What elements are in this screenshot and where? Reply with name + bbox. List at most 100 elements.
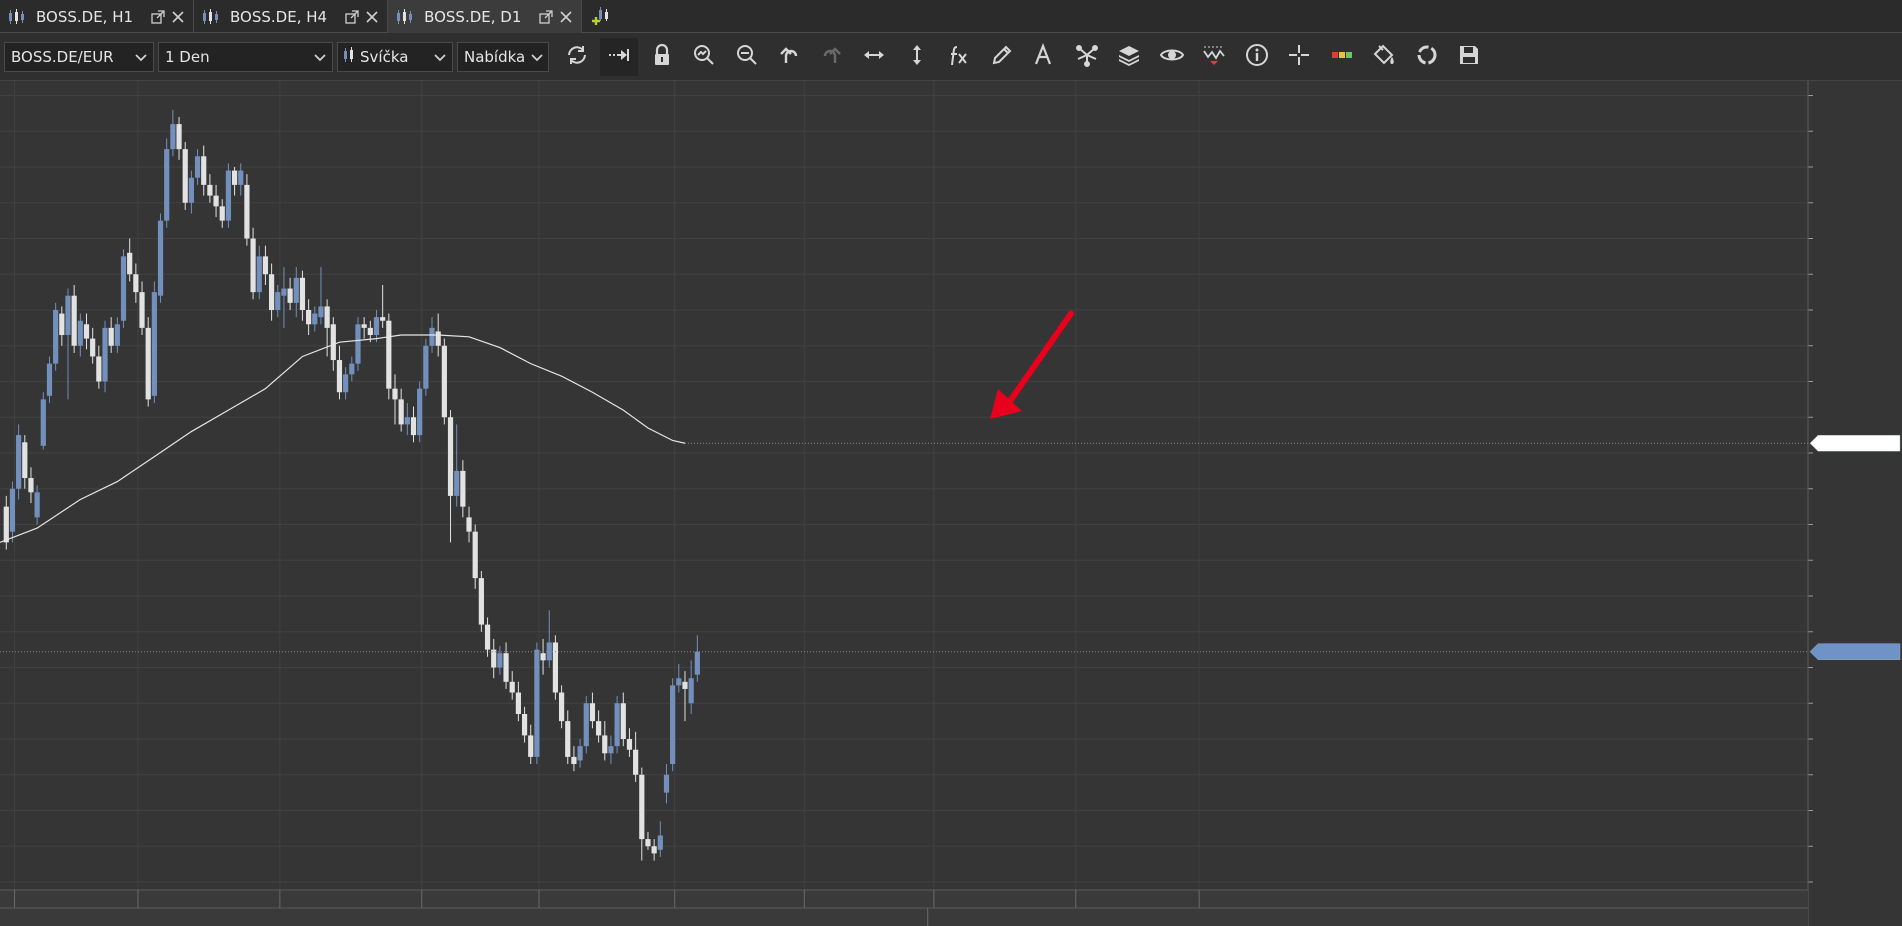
candle-body — [188, 177, 194, 203]
candle-body — [663, 774, 670, 793]
reload-cycle-icon — [1415, 43, 1439, 71]
indicators-button[interactable] — [940, 38, 978, 76]
candle — [28, 467, 34, 504]
price-chart[interactable] — [0, 81, 1902, 926]
close-icon[interactable] — [559, 10, 573, 24]
candle-body — [528, 735, 534, 757]
candle-body — [447, 417, 454, 496]
heatmap-icon — [1330, 43, 1354, 71]
candle — [250, 227, 256, 300]
signals-button[interactable] — [1195, 38, 1233, 76]
tab-boss-h1[interactable]: BOSS.DE, H1 — [0, 0, 195, 33]
candle-body — [53, 310, 59, 364]
lock-button[interactable] — [643, 38, 681, 76]
draw-button[interactable] — [983, 38, 1021, 76]
candle — [318, 267, 324, 325]
heatmap-button[interactable] — [1323, 38, 1361, 76]
candle-body — [65, 295, 71, 336]
visibility-button[interactable] — [1153, 38, 1191, 76]
candle — [256, 245, 262, 300]
candle-body — [398, 399, 404, 425]
price-side-select[interactable]: Nabídka — [457, 41, 549, 72]
candle — [127, 238, 133, 282]
candle-body — [46, 363, 53, 396]
candle-body — [460, 470, 466, 507]
layers-button[interactable] — [1110, 38, 1148, 76]
detach-icon[interactable] — [151, 9, 165, 24]
candle-body — [577, 746, 583, 761]
text-tool-button[interactable] — [1025, 38, 1063, 76]
y-axis[interactable] — [0, 81, 1901, 926]
candle — [299, 270, 306, 321]
chart-style-select[interactable]: Svíčka — [337, 41, 453, 72]
crosshair-button[interactable] — [1280, 38, 1318, 76]
candle — [608, 735, 614, 765]
lock-icon — [650, 43, 674, 71]
candle-body — [503, 653, 509, 682]
zoom-out-button[interactable] — [728, 38, 766, 76]
x-axis[interactable] — [0, 889, 1808, 926]
candle — [398, 388, 404, 432]
candle-body — [318, 306, 324, 318]
close-icon[interactable] — [365, 10, 379, 24]
candle-body — [626, 739, 633, 750]
candle-body — [688, 678, 694, 704]
candle — [34, 485, 40, 525]
candle-body — [164, 149, 170, 221]
close-icon[interactable] — [171, 10, 185, 24]
tab-label: BOSS.DE, D1 — [424, 7, 522, 26]
refresh-button[interactable] — [558, 38, 596, 76]
candle — [441, 338, 447, 425]
vertical-fit-icon — [905, 43, 929, 71]
redo-button[interactable] — [813, 38, 851, 76]
vertical-fit-button[interactable] — [898, 38, 936, 76]
candle — [373, 310, 380, 343]
candle-body — [238, 170, 244, 185]
candle — [509, 671, 515, 700]
candle-body — [343, 374, 349, 393]
candle — [478, 570, 484, 632]
red-arrow-annotation — [990, 310, 1074, 420]
candle-body — [602, 735, 608, 754]
candle-body — [28, 478, 34, 493]
fill-button[interactable] — [1365, 38, 1403, 76]
tab-boss-h4[interactable]: BOSS.DE, H4 — [194, 0, 389, 33]
candle-body — [521, 713, 528, 736]
candle — [139, 281, 145, 336]
candle-body — [293, 277, 299, 303]
candle-body — [670, 685, 676, 765]
candle-body — [34, 492, 40, 518]
candle — [349, 356, 355, 382]
candle-body — [589, 703, 596, 722]
candle — [71, 284, 77, 353]
reload-button[interactable] — [1408, 38, 1446, 76]
horizontal-fit-button[interactable] — [855, 38, 893, 76]
candle-body — [355, 324, 361, 364]
detach-icon[interactable] — [345, 9, 359, 24]
save-button[interactable] — [1450, 38, 1488, 76]
tab-boss-d1[interactable]: BOSS.DE, D1 — [388, 0, 583, 33]
scroll-to-end-button[interactable] — [600, 37, 638, 76]
candle — [22, 435, 28, 489]
chevron-down-icon — [314, 48, 326, 66]
layers-icon — [1117, 43, 1141, 71]
candle-body — [324, 306, 330, 328]
candle — [336, 345, 343, 400]
candle-body — [256, 256, 262, 293]
zoom-in-button[interactable] — [685, 38, 723, 76]
symbol-select[interactable]: BOSS.DE/EUR — [4, 41, 154, 72]
detach-icon[interactable] — [539, 9, 554, 24]
info-button[interactable] — [1238, 38, 1276, 76]
info-icon — [1245, 43, 1269, 71]
undo-button[interactable] — [770, 38, 808, 76]
candle-body — [515, 692, 521, 714]
candle-body — [201, 156, 207, 185]
patterns-button[interactable] — [1068, 38, 1106, 76]
candle-body — [120, 256, 127, 321]
candlestick-icon — [202, 8, 220, 25]
tab-label: BOSS.DE, H4 — [230, 7, 328, 26]
text-tool-icon — [1032, 42, 1056, 71]
timeframe-select[interactable]: 1 Den — [158, 41, 333, 72]
candle-body — [330, 324, 336, 361]
add-chart-button[interactable] — [582, 0, 622, 33]
